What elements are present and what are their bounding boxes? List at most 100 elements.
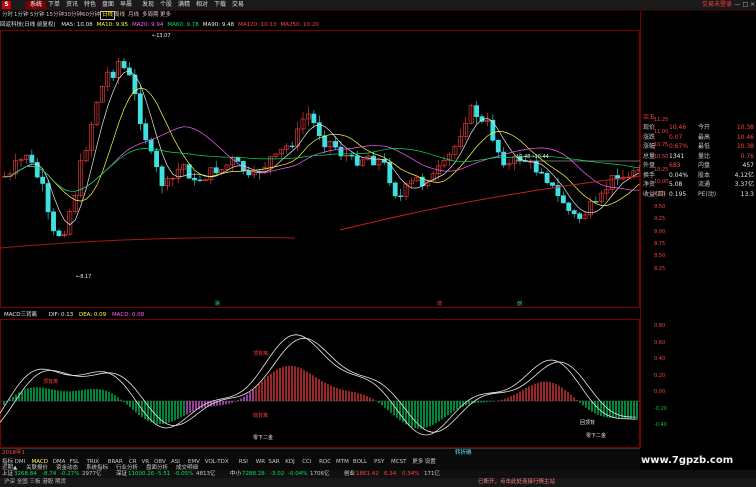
candle bbox=[577, 211, 583, 224]
ma-value: MA90: 9.48 bbox=[202, 22, 235, 28]
menu-item[interactable]: 资讯 bbox=[66, 1, 78, 9]
index-name[interactable]: 创业 bbox=[344, 470, 355, 478]
quote-label: PE(动) bbox=[698, 190, 717, 198]
macd-annotation: 顶背离 bbox=[43, 378, 58, 385]
menu-item[interactable]: 满精 bbox=[178, 1, 190, 9]
indicator-tab[interactable]: VOL-TDX bbox=[205, 458, 229, 466]
menu-item[interactable]: 下载 bbox=[214, 1, 226, 9]
quote-label: 换手 bbox=[643, 171, 656, 179]
minimize-icon[interactable]: — bbox=[734, 1, 741, 8]
high-label: ←13.07 bbox=[152, 33, 171, 39]
indicator-tab[interactable]: MCST bbox=[391, 458, 406, 466]
chart-frame bbox=[0, 30, 640, 308]
index-value: 11000.26 bbox=[128, 471, 155, 477]
status-bar: 沪深 全国 三板 港股 期货 已断开，点击此处连接行情主站 bbox=[0, 478, 756, 487]
indicator-tab[interactable]: PSY bbox=[374, 458, 384, 466]
period-tab[interactable]: 周线 bbox=[114, 11, 125, 20]
indicator-tab[interactable]: WR bbox=[256, 458, 265, 466]
menu-item[interactable]: 个股 bbox=[160, 1, 172, 9]
menu-item[interactable]: 系统 bbox=[26, 1, 47, 9]
price-tick: 8.50 bbox=[654, 253, 666, 260]
indicator-tab[interactable]: MTM bbox=[336, 458, 349, 466]
period-tab[interactable]: 1分钟 bbox=[14, 11, 29, 20]
ma-value: MA120: 10.13 bbox=[238, 22, 277, 28]
ma-value: MA250: 10.20 bbox=[280, 22, 319, 28]
app-logo: S bbox=[2, 1, 11, 9]
candle bbox=[490, 114, 496, 143]
candle bbox=[376, 157, 382, 171]
period-tab[interactable]: 60分钟 bbox=[82, 11, 100, 20]
indicator-tab[interactable]: RSI bbox=[239, 458, 248, 466]
period-tab[interactable]: 日线 bbox=[100, 11, 116, 20]
candle bbox=[45, 179, 51, 220]
indicator-tab[interactable]: ROC bbox=[319, 458, 331, 466]
ma-line bbox=[0, 236, 296, 249]
period-tab[interactable]: 多周期 bbox=[142, 11, 159, 20]
candle bbox=[175, 162, 181, 183]
indicator-tab[interactable]: CCI bbox=[302, 458, 311, 466]
period-tab[interactable]: 15分钟 bbox=[46, 11, 64, 20]
period-tab[interactable]: 分时 bbox=[2, 11, 13, 20]
macd-tick: 0.80 bbox=[654, 323, 666, 329]
quote-label: 净资 bbox=[643, 181, 656, 188]
candle bbox=[289, 141, 295, 150]
macd-legend: MACD三背离 DIF: 0.13 DEA: 0.09 MACD: 0.08 bbox=[0, 311, 640, 319]
quote-label: 总量 bbox=[643, 152, 656, 160]
trade-login-status[interactable]: 交易未登录 bbox=[702, 1, 732, 9]
indicator-tab[interactable]: KDJ bbox=[285, 458, 294, 466]
candle bbox=[159, 164, 165, 194]
market-tabs[interactable]: 沪深 全国 三板 港股 期货 bbox=[4, 479, 66, 485]
indicator-tab[interactable]: BOLL bbox=[353, 458, 367, 466]
period-tab[interactable]: 5分钟 bbox=[30, 11, 45, 20]
menu-bar: S 交易未登录 — □ × 系统 下单 资讯 特色 盘面 早晨 发现 个股 满精 相对 下载 交易 bbox=[0, 0, 756, 11]
menu-item[interactable]: 发现 bbox=[142, 1, 154, 9]
signal-mark: 路 bbox=[215, 300, 220, 307]
menu-item[interactable]: 交易 bbox=[232, 1, 244, 9]
quote-label: 内盘 bbox=[698, 162, 711, 169]
index-name[interactable]: 深证 bbox=[116, 470, 127, 478]
close-icon[interactable]: × bbox=[749, 1, 756, 8]
turning-mark: 转折确 bbox=[455, 450, 472, 456]
index-name[interactable]: 上证 bbox=[2, 470, 13, 478]
connection-status[interactable]: 已断开，点击此处连接行情主站 bbox=[478, 478, 555, 487]
menu-item[interactable]: 下单 bbox=[48, 1, 60, 9]
quote-value: 10.38 bbox=[736, 143, 754, 150]
price-tick: 9.25 bbox=[654, 216, 666, 223]
timeline-date: 2018年1 bbox=[2, 450, 25, 456]
candle bbox=[18, 157, 24, 168]
menu-item[interactable]: 早晨 bbox=[120, 1, 132, 9]
candle bbox=[463, 117, 469, 140]
candle bbox=[457, 129, 463, 150]
candle bbox=[23, 154, 29, 164]
candle bbox=[333, 136, 338, 151]
candle bbox=[495, 139, 501, 158]
maximize-icon[interactable]: □ bbox=[742, 1, 749, 8]
period-tab[interactable]: 30分钟 bbox=[64, 11, 82, 20]
candle bbox=[327, 140, 333, 155]
period-tab[interactable]: 更多 bbox=[160, 11, 171, 20]
index-chg: -8.74 bbox=[42, 471, 57, 477]
menu-item[interactable]: 特色 bbox=[84, 1, 96, 9]
quote-value: 0.76 bbox=[740, 152, 754, 160]
quote-value: 1341 bbox=[669, 152, 685, 160]
macd-dif: DIF: 0.13 bbox=[48, 312, 74, 318]
indicator-tab[interactable]: SAR bbox=[268, 458, 279, 466]
macd-tick: -0.20 bbox=[654, 405, 667, 412]
candle bbox=[598, 190, 604, 205]
quote-label: 流通 bbox=[698, 181, 711, 188]
range-label: 10.48→10.44 bbox=[516, 154, 549, 160]
macd-annotation: 底背离 bbox=[253, 412, 268, 419]
index-name[interactable]: 中小 bbox=[230, 470, 241, 478]
candle bbox=[181, 163, 187, 176]
quote-header: 买五 bbox=[643, 114, 656, 121]
candle bbox=[506, 158, 512, 170]
candlestick-chart[interactable]: ←13.07 ←8.17 10.48→10.44 路 增 创 bbox=[0, 30, 640, 308]
macd-annotation: 零下二金 bbox=[253, 434, 273, 441]
indicator-tab[interactable]: 更多 bbox=[412, 458, 423, 466]
candle bbox=[560, 191, 566, 204]
menu-item[interactable]: 盘面 bbox=[102, 1, 114, 9]
period-tab[interactable]: 月线 bbox=[128, 11, 139, 20]
macd-chart[interactable]: 顶背离底背离 顶背离零下二金 零下二金 回顶背 bbox=[0, 319, 640, 448]
menu-item[interactable]: 相对 bbox=[196, 1, 208, 9]
indicator-tab[interactable]: 设置 bbox=[425, 458, 436, 466]
